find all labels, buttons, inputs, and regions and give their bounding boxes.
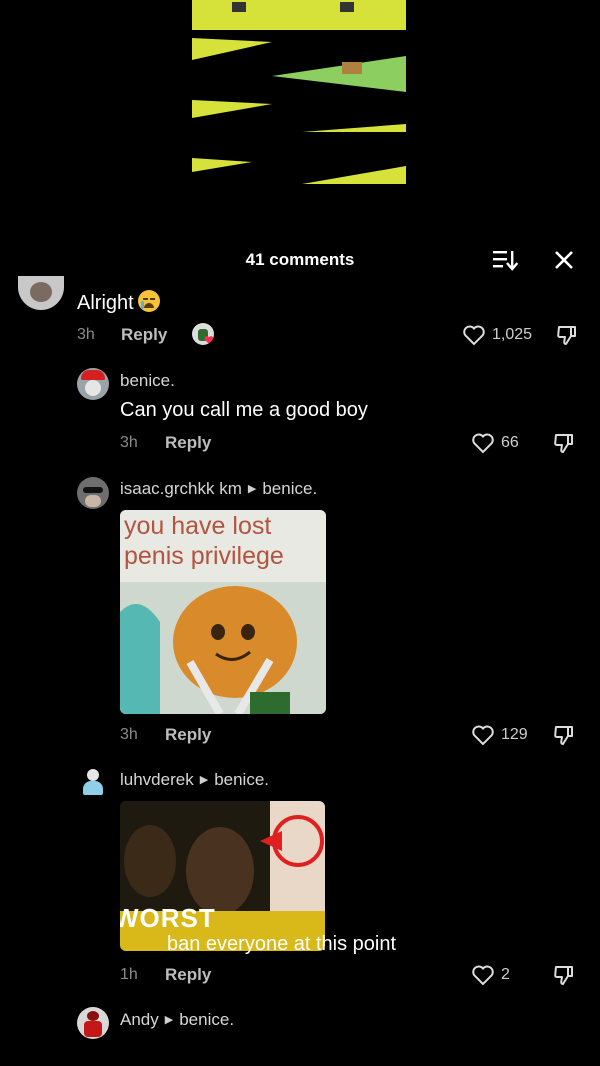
like-count: 129 <box>501 726 528 743</box>
reply-arrow-icon: ▶ <box>199 774 209 786</box>
comment-username[interactable]: Andy <box>120 1010 159 1029</box>
thumbs-down-icon[interactable] <box>552 431 576 455</box>
avatar[interactable] <box>77 767 109 799</box>
reply-button[interactable]: Reply <box>165 965 211 985</box>
comment-text: Can you call me a good boy <box>120 399 368 421</box>
reply-button[interactable]: Reply <box>165 725 211 745</box>
like-button[interactable]: 1,025 <box>462 323 532 347</box>
cartoon-character <box>120 582 326 714</box>
heart-icon <box>472 433 494 454</box>
comment-time: 3h <box>120 726 138 743</box>
like-button[interactable]: 2 <box>471 963 510 987</box>
reply-button[interactable]: Reply <box>165 433 211 453</box>
comment-username[interactable]: benice. <box>120 371 175 391</box>
loudly-crying-face-emoji-icon <box>137 290 160 312</box>
comment-text: Alright <box>77 290 160 315</box>
comment-username-row: isaac.grchkk km ▶ benice. <box>120 479 317 499</box>
comment-time: 1h <box>120 966 138 983</box>
like-count: 66 <box>501 434 519 451</box>
image-overlay-text: WORST <box>120 903 216 933</box>
thumbs-down-icon[interactable] <box>555 323 579 347</box>
like-button[interactable]: 66 <box>471 431 519 455</box>
heart-badge-icon <box>204 336 214 344</box>
reply-button[interactable]: Reply <box>121 325 167 345</box>
meme-caption-line: penis privilege <box>124 542 284 570</box>
heart-icon <box>472 725 494 746</box>
video-thumbnail[interactable] <box>192 0 406 186</box>
reply-arrow-icon: ▶ <box>247 483 257 495</box>
comment-username[interactable]: luhvderek <box>120 770 194 789</box>
close-icon[interactable] <box>552 248 576 272</box>
sort-icon[interactable] <box>491 248 519 272</box>
comment-image[interactable]: WORST <box>120 801 325 951</box>
avatar[interactable] <box>77 368 109 400</box>
avatar[interactable] <box>77 1007 109 1039</box>
reply-to-username[interactable]: benice. <box>179 1010 234 1029</box>
comment-image[interactable]: you have lost penis privilege <box>120 510 326 714</box>
comments-header: 41 comments <box>0 240 600 280</box>
comment-text: ban everyone at this point <box>167 933 397 955</box>
like-count: 2 <box>501 966 510 983</box>
comment-username-row: luhvderek ▶ benice. <box>120 770 269 790</box>
reply-to-username[interactable]: benice. <box>262 479 317 498</box>
avatar[interactable] <box>18 276 64 310</box>
comment-username-row: Andy ▶ benice. <box>120 1010 234 1030</box>
avatar[interactable] <box>77 477 109 509</box>
reply-to-username[interactable]: benice. <box>214 770 269 789</box>
meme-caption-line: you have lost <box>124 512 272 540</box>
comment-time: 3h <box>120 434 138 451</box>
heart-icon <box>472 965 494 986</box>
comment-username[interactable]: isaac.grchkk km <box>120 479 242 498</box>
comment-time: 3h <box>77 326 95 343</box>
heart-icon <box>463 325 485 346</box>
thumbs-down-icon[interactable] <box>552 723 576 747</box>
thumbs-down-icon[interactable] <box>552 963 576 987</box>
like-count: 1,025 <box>492 326 533 343</box>
like-button[interactable]: 129 <box>471 723 528 747</box>
creator-liked-avatar <box>192 323 214 345</box>
reply-arrow-icon: ▶ <box>164 1014 174 1026</box>
